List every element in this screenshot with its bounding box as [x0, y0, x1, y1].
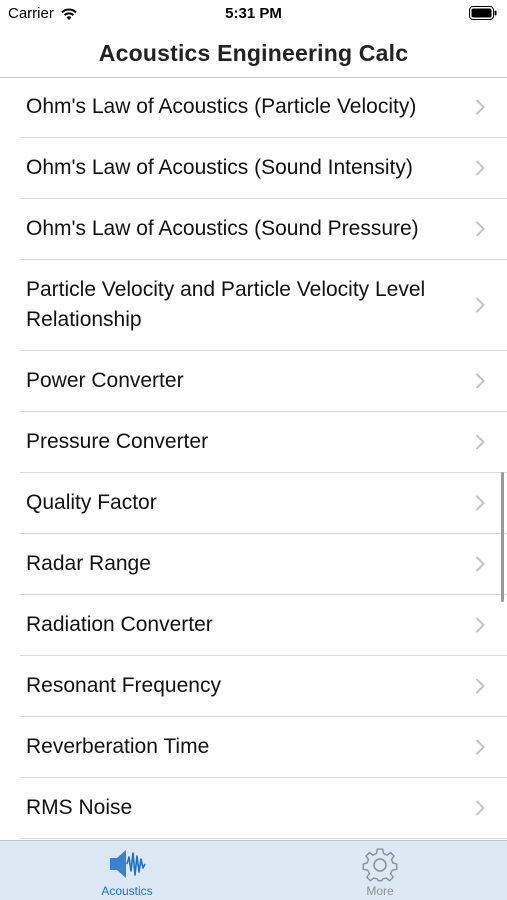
- list-item-rms-noise[interactable]: RMS Noise: [20, 778, 507, 839]
- chevron-right-icon: [476, 221, 485, 237]
- list-item-label: RMS Noise: [26, 796, 133, 819]
- list-item-label: Ohm's Law of Acoustics (Sound Intensity): [26, 156, 413, 179]
- speaker-wave-icon: [110, 850, 146, 878]
- list-item-label: Power Converter: [26, 369, 184, 392]
- list-item-label: Resonant Frequency: [26, 674, 221, 697]
- chevron-right-icon: [476, 160, 485, 176]
- list-item-pressure-converter[interactable]: Pressure Converter: [20, 412, 507, 473]
- list-item-label: Radiation Converter: [26, 613, 213, 636]
- chevron-right-icon: [476, 297, 485, 313]
- chevron-right-icon: [476, 495, 485, 511]
- list-item-label: Reverberation Time: [26, 735, 210, 758]
- chevron-right-icon: [476, 434, 485, 450]
- list-item-ohms-law-sound-intensity[interactable]: Ohm's Law of Acoustics (Sound Intensity): [20, 138, 507, 199]
- tab-label: More: [366, 884, 394, 898]
- tab-more[interactable]: More: [305, 841, 455, 900]
- calculator-list[interactable]: Ohm's Law of Acoustics (Particle Velocit…: [0, 77, 507, 840]
- list-item-label: Ohm's Law of Acoustics (Particle Velocit…: [26, 95, 417, 118]
- list-item-resonant-frequency[interactable]: Resonant Frequency: [20, 656, 507, 717]
- screen: Carrier 5:31 PM Acoustics Engineering Ca…: [0, 0, 507, 900]
- list-item-label: Quality Factor: [26, 491, 157, 514]
- chevron-right-icon: [476, 556, 485, 572]
- chevron-right-icon: [476, 99, 485, 115]
- chevron-right-icon: [476, 800, 485, 816]
- tab-bar: Acoustics More: [0, 840, 507, 900]
- list-item-label: Pressure Converter: [26, 430, 209, 453]
- list-item-reverberation-time[interactable]: Reverberation Time: [20, 717, 507, 778]
- list-item-ohms-law-particle-velocity[interactable]: Ohm's Law of Acoustics (Particle Velocit…: [20, 77, 507, 138]
- battery-icon: [469, 6, 497, 20]
- chevron-right-icon: [476, 739, 485, 755]
- list-item-label: Radar Range: [26, 552, 151, 575]
- status-time: 5:31 PM: [225, 5, 282, 22]
- navigation-bar: Acoustics Engineering Calc: [0, 30, 507, 78]
- tab-acoustics[interactable]: Acoustics: [52, 841, 202, 900]
- list-item-power-converter[interactable]: Power Converter: [20, 351, 507, 412]
- list-item-particle-velocity-level[interactable]: Particle Velocity and Particle Velocity …: [20, 260, 507, 351]
- list-item-radar-range[interactable]: Radar Range: [20, 534, 507, 595]
- status-bar: Carrier 5:31 PM: [0, 0, 507, 30]
- list-item-label: Particle Velocity and Particle Velocity …: [26, 278, 426, 331]
- list-item-label: Ohm's Law of Acoustics (Sound Pressure): [26, 217, 419, 240]
- scroll-indicator[interactable]: [501, 472, 504, 602]
- page-title: Acoustics Engineering Calc: [98, 40, 409, 66]
- gear-icon: [362, 848, 398, 882]
- chevron-right-icon: [476, 617, 485, 633]
- list-item-quality-factor[interactable]: Quality Factor: [20, 473, 507, 534]
- chevron-right-icon: [476, 678, 485, 694]
- tab-label: Acoustics: [101, 884, 153, 898]
- list-item-radiation-converter[interactable]: Radiation Converter: [20, 595, 507, 656]
- chevron-right-icon: [476, 373, 485, 389]
- list-item-ohms-law-sound-pressure[interactable]: Ohm's Law of Acoustics (Sound Pressure): [20, 199, 507, 260]
